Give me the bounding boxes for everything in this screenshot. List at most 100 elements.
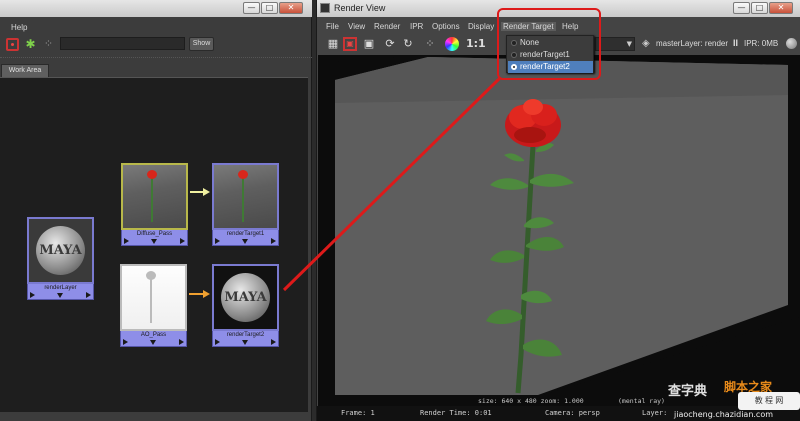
chevron-down-icon: ▼ (626, 40, 632, 48)
menu-render[interactable]: Render (374, 22, 400, 31)
menu-display[interactable]: Display (468, 22, 494, 31)
rose-icon (146, 271, 156, 280)
grid-dots-icon[interactable]: ⁘ (423, 37, 437, 51)
port-arrow-icon[interactable] (179, 339, 184, 345)
node-thumbnail (121, 163, 188, 230)
menu-item-render-target-2[interactable]: renderTarget2 (508, 61, 593, 73)
menu-item-none[interactable]: None (508, 37, 593, 49)
render-layer-icon: ◈ (642, 38, 650, 49)
port-arrow-icon[interactable] (124, 238, 129, 244)
left-toolbar: ✱ ⁘ Show (0, 35, 312, 55)
maya-logo-icon: MAYA (36, 226, 85, 275)
node-thumbnail: MAYA (27, 217, 94, 284)
grid-dots-icon[interactable]: ⁘ (42, 38, 55, 51)
rose-icon (238, 170, 248, 179)
node-label: AO_Pass (120, 331, 187, 339)
port-arrow-icon[interactable] (215, 238, 220, 244)
expand-arrow-icon[interactable] (150, 340, 156, 345)
menu-help[interactable]: Help (562, 22, 578, 31)
node-thumbnail (120, 264, 187, 331)
port-arrow-icon[interactable] (180, 238, 185, 244)
node-ports (120, 339, 187, 347)
watermark: 查字典 脚本之家 教 程 网 jiaocheng.chazidian.com (668, 378, 800, 421)
work-area-graph[interactable]: MAYA renderLayer Diffuse_Pass renderTarg… (0, 77, 308, 412)
connection-line (189, 293, 204, 295)
menu-item-label: renderTarget1 (520, 50, 570, 59)
renderer-info: (mental ray) (618, 397, 665, 405)
port-arrow-icon[interactable] (271, 238, 276, 244)
node-ports (121, 238, 188, 246)
maximize-button[interactable]: □ (751, 2, 768, 14)
snapshot-icon[interactable]: ▣ (362, 37, 376, 51)
minimize-button[interactable]: — (733, 2, 750, 14)
menu-file[interactable]: File (326, 22, 339, 31)
gear-icon[interactable]: ✱ (24, 38, 37, 51)
redo-render-icon[interactable]: ▦ (326, 37, 340, 51)
layer-label: masterLayer: render (656, 39, 729, 48)
port-arrow-icon[interactable] (30, 292, 35, 298)
port-arrow-icon[interactable] (123, 339, 128, 345)
status-camera: Camera: persp (545, 409, 600, 417)
expand-arrow-icon[interactable] (151, 239, 157, 244)
minimize-button[interactable]: — (243, 2, 260, 14)
node-render-target-2[interactable]: MAYA renderTarget2 (212, 264, 279, 347)
render-region-icon[interactable]: ▣ (343, 37, 357, 51)
port-arrow-icon[interactable] (215, 339, 220, 345)
rose-stem (150, 278, 152, 323)
port-arrow-icon[interactable] (86, 292, 91, 298)
radio-icon (511, 64, 517, 70)
menu-options[interactable]: Options (432, 22, 460, 31)
expand-arrow-icon[interactable] (242, 340, 248, 345)
render-view-menubar: File View Render IPR Options Display Ren… (317, 20, 800, 34)
real-size-button[interactable]: 1:1 (466, 37, 486, 51)
node-label: renderLayer (27, 284, 94, 292)
left-window-buttons: — □ ✕ (243, 2, 303, 14)
menu-help[interactable]: Help (11, 23, 27, 32)
toolbar-divider (0, 57, 312, 60)
expand-arrow-icon[interactable] (242, 239, 248, 244)
menu-item-label: None (520, 38, 540, 47)
node-label: renderTarget2 (212, 331, 279, 339)
close-button[interactable]: ✕ (279, 2, 303, 14)
ipr-render-icon[interactable]: ⟳ (383, 37, 397, 51)
render-view-window-buttons: — □ ✕ (733, 2, 793, 14)
node-ports (27, 292, 94, 300)
node-ports (212, 238, 279, 246)
menu-render-target[interactable]: Render Target (501, 22, 556, 31)
expand-arrow-icon[interactable] (57, 293, 63, 298)
watermark-url: jiaocheng.chazidian.com (674, 410, 774, 419)
render-view-window: Render View — □ ✕ File View Render IPR O… (316, 0, 800, 421)
camera-dropdown[interactable]: ▼ (595, 37, 635, 51)
menu-item-label: renderTarget2 (520, 62, 570, 71)
node-diffuse-pass[interactable]: Diffuse_Pass (121, 163, 188, 246)
pause-button[interactable]: II (733, 38, 738, 48)
render-icon[interactable] (6, 38, 19, 51)
render-view-titlebar: Render View — □ ✕ (317, 0, 800, 17)
rose-stem (151, 177, 153, 222)
node-label: Diffuse_Pass (121, 230, 188, 238)
node-render-layer[interactable]: MAYA renderLayer (27, 217, 94, 300)
maximize-button[interactable]: □ (261, 2, 278, 14)
search-input[interactable] (60, 37, 185, 50)
rendered-image (318, 55, 800, 395)
window-title: Render View (334, 3, 386, 13)
radio-icon (511, 40, 517, 46)
refresh-icon[interactable]: ↻ (401, 37, 415, 51)
menu-ipr[interactable]: IPR (410, 22, 423, 31)
left-titlebar: — □ ✕ (0, 0, 312, 17)
node-thumbnail: MAYA (212, 264, 279, 331)
show-button[interactable]: Show (189, 37, 214, 51)
color-wheel-icon[interactable] (445, 37, 459, 51)
node-ao-pass[interactable]: AO_Pass (120, 264, 187, 347)
menu-item-render-target-1[interactable]: renderTarget1 (508, 49, 593, 61)
menu-view[interactable]: View (348, 22, 365, 31)
status-frame: Frame: 1 (341, 409, 375, 417)
rose-icon (147, 170, 157, 179)
rose-stem (242, 177, 244, 222)
node-render-target-1[interactable]: renderTarget1 (212, 163, 279, 246)
port-arrow-icon[interactable] (271, 339, 276, 345)
tab-work-area[interactable]: Work Area (1, 64, 49, 77)
close-button[interactable]: ✕ (769, 2, 793, 14)
ipr-memory-label: IPR: 0MB (744, 39, 779, 48)
render-viewport[interactable]: size: 640 x 480 zoom: 1.000 (mental ray) (318, 55, 800, 406)
